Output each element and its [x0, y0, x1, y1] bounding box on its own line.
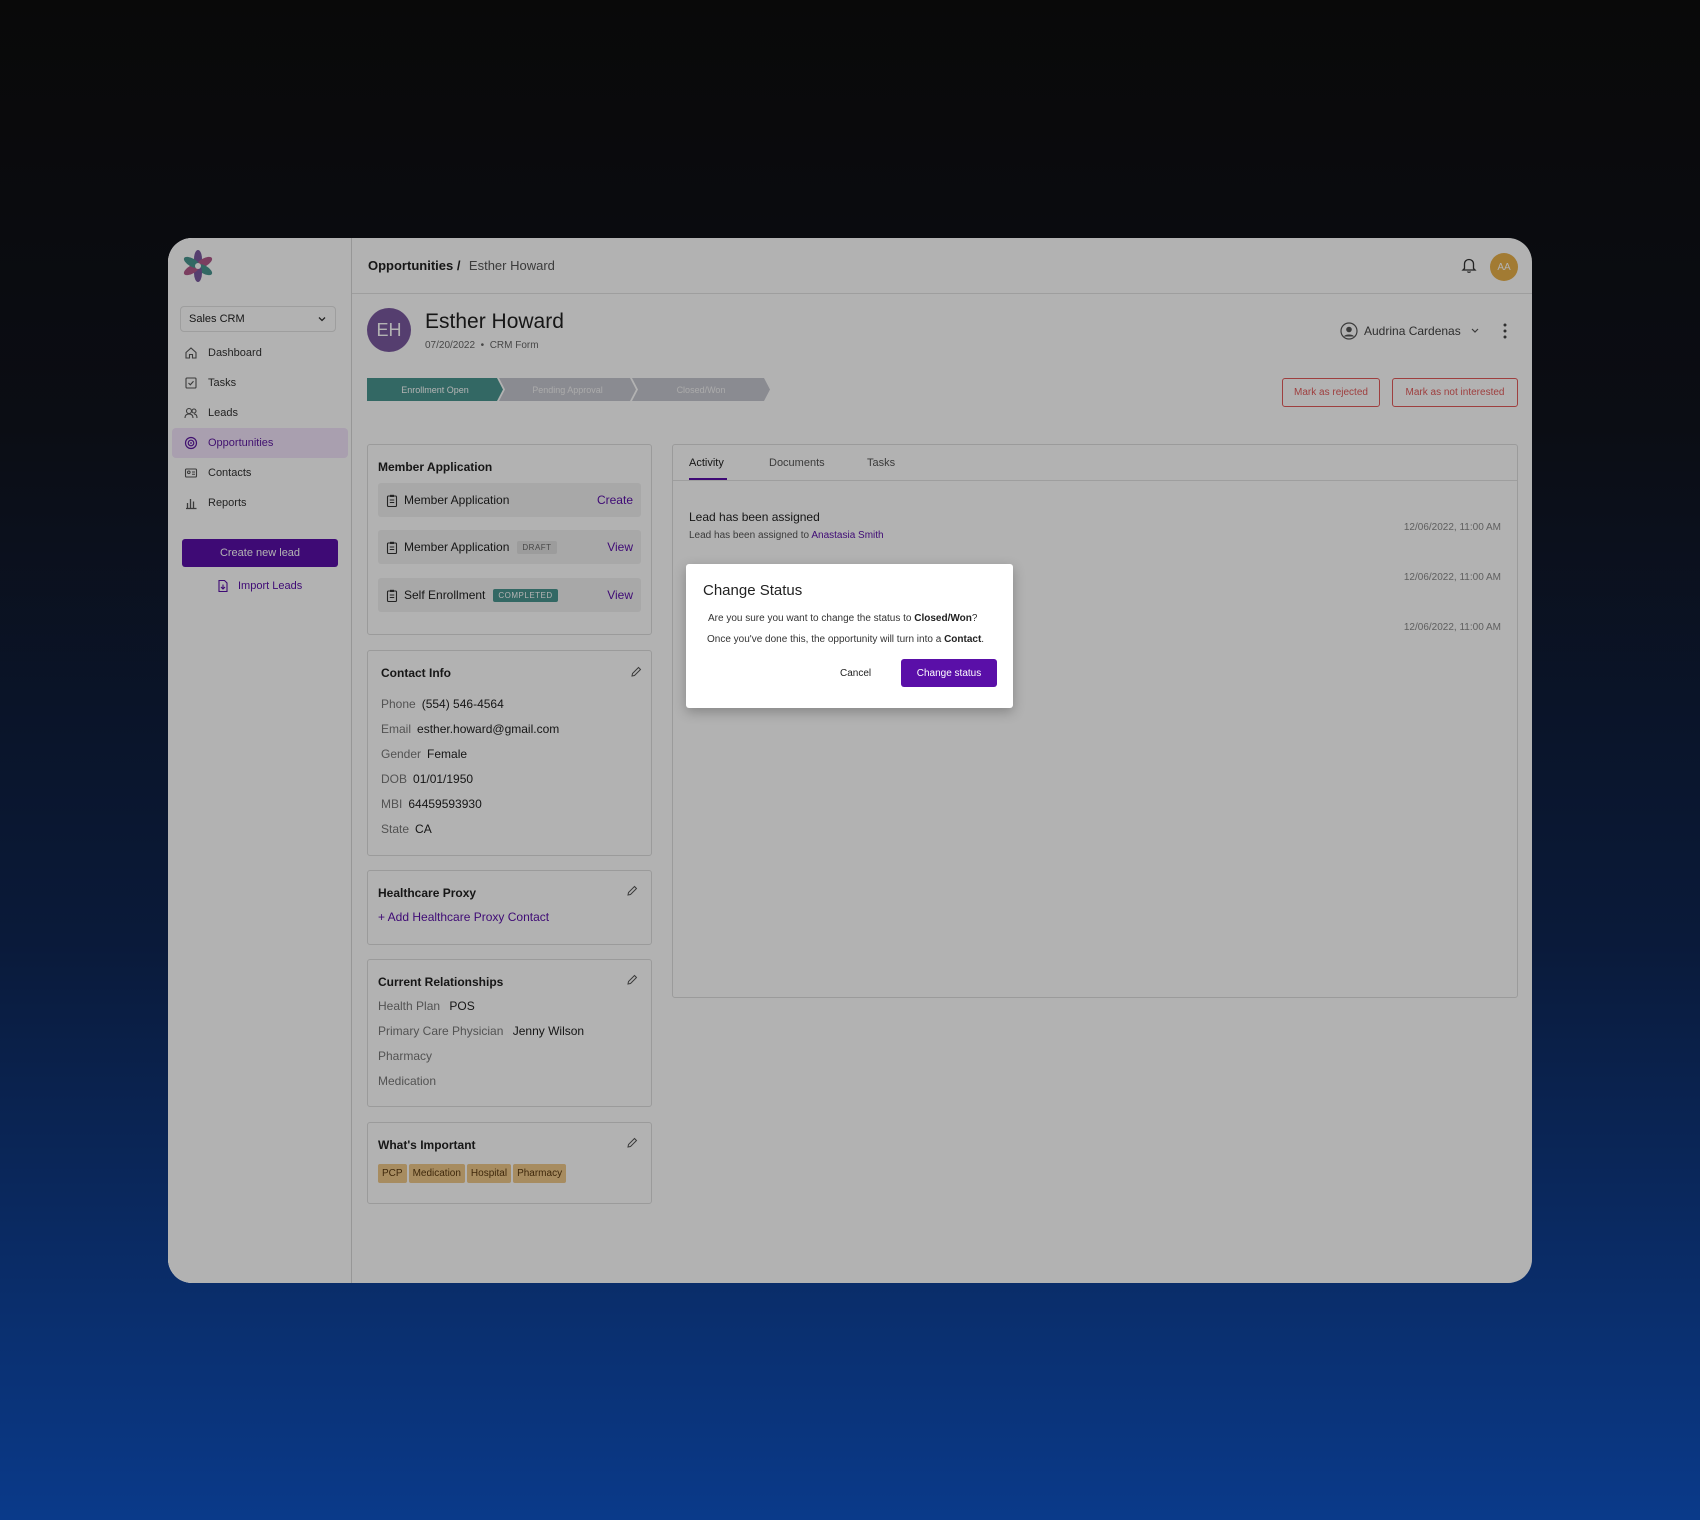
change-status-button[interactable]: Change status [901, 659, 997, 687]
modal-backdrop[interactable] [168, 238, 1532, 1283]
dialog-message-line-2: Once you've done this, the opportunity w… [707, 634, 985, 645]
change-status-dialog: Change Status Are you sure you want to c… [686, 564, 1013, 708]
app-window: Sales CRM Dashboard Tasks Leads Opportun… [168, 238, 1532, 1283]
dialog-title: Change Status [703, 582, 803, 599]
cancel-button[interactable]: Cancel [840, 668, 871, 679]
dialog-message-line-1: Are you sure you want to change the stat… [708, 613, 978, 624]
